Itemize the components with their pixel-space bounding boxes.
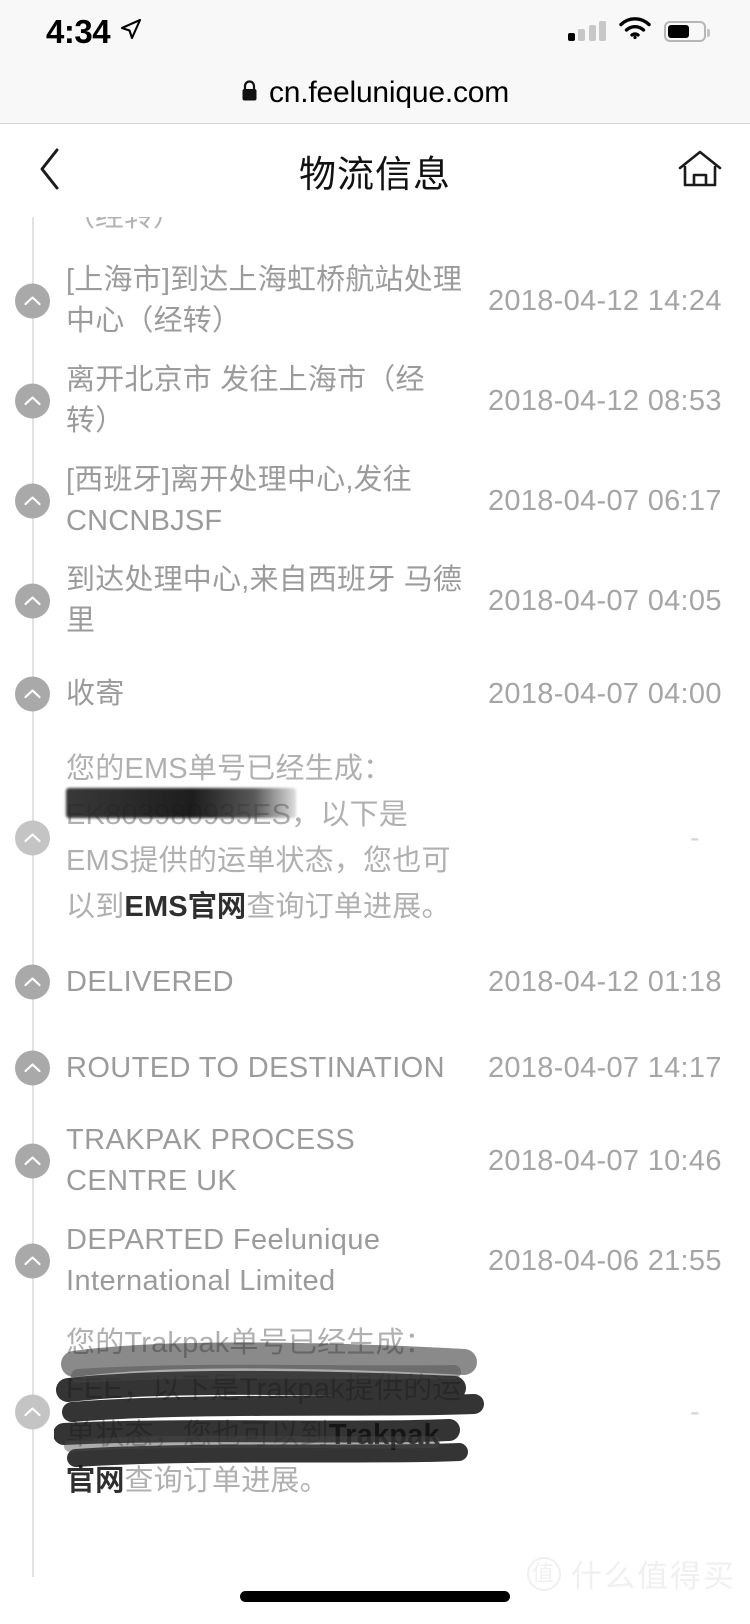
ems-note-line1: 您的EMS单号已经生成： bbox=[66, 753, 393, 785]
trakpak-note-line1: 您的Trakpak单号已经生成： bbox=[66, 1327, 434, 1359]
url-text: cn.feelunique.com bbox=[268, 76, 510, 109]
timeline-row-date: 2018-04-07 14:17 bbox=[488, 1051, 722, 1084]
timeline-row-description: DELIVERED bbox=[66, 965, 234, 998]
phone-screen: 4:34 cn.feelunique.com 物流信息 （经转） [上海市]到达… bbox=[0, 0, 750, 1624]
timeline-row-date: 2018-04-07 04:05 bbox=[488, 584, 722, 617]
clipped-previous-row: （经转） bbox=[0, 217, 750, 251]
timeline-row-description: [西班牙]离开处理中心,发往CNCNBJSF bbox=[66, 464, 412, 537]
trakpak-tracking-number: FEE bbox=[66, 1373, 123, 1405]
redaction-overlay bbox=[66, 788, 296, 818]
ems-official-site-link[interactable]: EMS官网 bbox=[124, 891, 246, 923]
browser-chrome: 4:34 cn.feelunique.com bbox=[0, 0, 750, 124]
timeline-row-date: 2018-04-07 04:00 bbox=[488, 677, 722, 710]
status-bar: 4:34 bbox=[0, 0, 750, 62]
cellular-signal-icon bbox=[567, 21, 606, 41]
timeline-row-description: 离开北京市 发往上海市（经转） bbox=[66, 364, 425, 437]
page-title: 物流信息 bbox=[299, 154, 451, 195]
timeline-row-date: 2018-04-07 06:17 bbox=[488, 484, 722, 517]
home-indicator[interactable] bbox=[240, 1591, 510, 1602]
chevron-up-icon[interactable] bbox=[15, 1243, 50, 1279]
timeline-row[interactable]: 离开北京市 发往上海市（经转） 2018-04-12 08:53 bbox=[0, 351, 750, 451]
status-bar-right bbox=[567, 17, 710, 45]
timeline-row-date: 2018-04-06 21:55 bbox=[488, 1244, 722, 1277]
logistics-timeline[interactable]: （经转） [上海市]到达上海虹桥航站处理中心（经转） 2018-04-12 14… bbox=[0, 217, 750, 1577]
chevron-up-icon[interactable] bbox=[15, 583, 50, 619]
chevron-up-icon[interactable] bbox=[15, 1143, 50, 1179]
status-bar-left: 4:34 bbox=[46, 15, 143, 48]
timeline-row[interactable]: DELIVERED 2018-04-12 01:18 bbox=[0, 939, 750, 1025]
timeline-row[interactable]: TRAKPAK PROCESS CENTRE UK 2018-04-07 10:… bbox=[0, 1111, 750, 1211]
timeline-row-date: 2018-04-12 01:18 bbox=[488, 965, 722, 998]
chevron-up-icon[interactable] bbox=[15, 964, 50, 1000]
watermark-badge: 值 bbox=[527, 1556, 561, 1591]
timeline-row-date: 2018-04-07 10:46 bbox=[488, 1144, 722, 1177]
chevron-up-icon[interactable] bbox=[15, 383, 50, 419]
trakpak-note-text: 您的Trakpak单号已经生成：FEE，以下是Trakpak提供的运单状态，您也… bbox=[54, 1320, 484, 1504]
timeline-row-date: 2018-04-12 08:53 bbox=[488, 384, 722, 417]
timeline-row[interactable]: 到达处理中心,来自西班牙 马德里 2018-04-07 04:05 bbox=[0, 551, 750, 651]
timeline-row-description: [上海市]到达上海虹桥航站处理中心（经转） bbox=[66, 264, 463, 337]
location-arrow-icon bbox=[119, 17, 143, 46]
app-nav-bar: 物流信息 bbox=[0, 125, 750, 217]
chevron-up-icon[interactable] bbox=[15, 820, 50, 856]
wifi-icon bbox=[619, 17, 651, 45]
watermark: 值 什么值得买 bbox=[527, 1551, 736, 1596]
status-bar-clock: 4:34 bbox=[46, 12, 111, 50]
url-bar[interactable]: cn.feelunique.com bbox=[0, 62, 750, 124]
timeline-row-description: 到达处理中心,来自西班牙 马德里 bbox=[66, 564, 463, 637]
clipped-previous-text: （经转） bbox=[66, 217, 183, 233]
lock-icon bbox=[241, 79, 258, 107]
timeline-row-description: DEPARTED Feelunique International Limite… bbox=[66, 1224, 381, 1297]
timeline-row-date: - bbox=[690, 821, 700, 854]
chevron-up-icon[interactable] bbox=[15, 283, 50, 319]
timeline-row[interactable]: DEPARTED Feelunique International Limite… bbox=[0, 1211, 750, 1311]
timeline-row-date: - bbox=[690, 1395, 700, 1428]
timeline-row-date: 2018-04-12 14:24 bbox=[488, 284, 722, 317]
battery-icon bbox=[664, 20, 710, 42]
timeline-row[interactable]: 收寄 2018-04-07 04:00 bbox=[0, 651, 750, 737]
ems-note-line3: 查询订单进展。 bbox=[246, 891, 451, 923]
trakpak-note-line3: 查询订单进展。 bbox=[124, 1465, 329, 1497]
ems-note-text: 您的EMS单号已经生成：EK803980935ES，以下是EMS提供的运单状态，… bbox=[66, 746, 464, 930]
timeline-row-description: ROUTED TO DESTINATION bbox=[66, 1051, 445, 1084]
home-icon bbox=[676, 147, 724, 196]
chevron-up-icon[interactable] bbox=[15, 1394, 50, 1430]
chevron-up-icon[interactable] bbox=[15, 676, 50, 712]
chevron-up-icon[interactable] bbox=[15, 483, 50, 519]
ems-note-row[interactable]: 您的EMS单号已经生成：EK803980935ES，以下是EMS提供的运单状态，… bbox=[0, 737, 750, 939]
timeline-row[interactable]: [西班牙]离开处理中心,发往CNCNBJSF 2018-04-07 06:17 bbox=[0, 451, 750, 551]
timeline-row-description: TRAKPAK PROCESS CENTRE UK bbox=[66, 1124, 356, 1197]
trakpak-note-row[interactable]: 您的Trakpak单号已经生成：FEE，以下是Trakpak提供的运单状态，您也… bbox=[0, 1311, 750, 1513]
watermark-text: 什么值得买 bbox=[571, 1559, 736, 1594]
home-button[interactable] bbox=[672, 143, 728, 199]
timeline-row-description: 收寄 bbox=[66, 677, 125, 710]
timeline-row[interactable]: [上海市]到达上海虹桥航站处理中心（经转） 2018-04-12 14:24 bbox=[0, 251, 750, 351]
timeline-row[interactable]: ROUTED TO DESTINATION 2018-04-07 14:17 bbox=[0, 1025, 750, 1111]
chevron-up-icon[interactable] bbox=[15, 1050, 50, 1086]
